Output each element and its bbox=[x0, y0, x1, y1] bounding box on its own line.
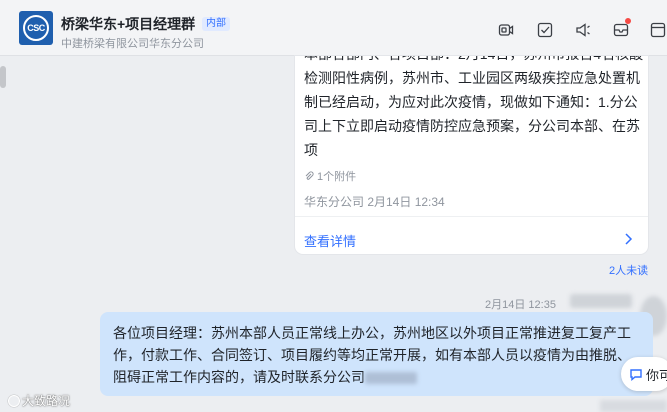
todo-check-icon[interactable] bbox=[537, 22, 553, 38]
unread-count[interactable]: 2人未读 bbox=[609, 262, 648, 278]
message-bubble[interactable]: 各位项目经理：苏州本部人员正常线上办公，苏州地区以外项目正常推进复工复产工作，付… bbox=[100, 312, 653, 396]
card-divider bbox=[295, 216, 648, 217]
group-title[interactable]: 桥梁华东+项目经理群 bbox=[61, 14, 195, 34]
chat-header: CSC 桥梁华东+项目经理群 内部 中建桥梁有限公司华东分公司 bbox=[0, 0, 667, 56]
chevron-right-icon[interactable] bbox=[623, 232, 633, 246]
tasks-icon[interactable] bbox=[613, 22, 629, 38]
video-meeting-icon[interactable] bbox=[498, 22, 514, 38]
attachment-label: 1个附件 bbox=[317, 171, 357, 183]
reply-icon bbox=[630, 369, 642, 381]
watermark: 大致路况 bbox=[8, 392, 70, 409]
group-subtitle: 中建桥梁有限公司华东分公司 bbox=[61, 38, 204, 50]
watermark-icon bbox=[8, 394, 20, 407]
scrollbar-thumb[interactable] bbox=[0, 66, 6, 88]
attachment-indicator[interactable]: 1个附件 bbox=[304, 168, 356, 184]
redacted-text bbox=[365, 372, 417, 385]
view-details-link[interactable]: 查看详情 bbox=[304, 231, 356, 250]
announcement-meta: 华东分公司 2月14日 12:34 bbox=[304, 195, 445, 209]
announcement-icon[interactable] bbox=[575, 22, 591, 38]
internal-tag: 内部 bbox=[202, 17, 230, 31]
paperclip-icon bbox=[305, 171, 314, 180]
watermark-text: 大致路况 bbox=[22, 394, 71, 408]
announcement-text: 本部各部门、各项目部：2月14日，苏州市报告4名核酸检测阳性病例，苏州市、工业园… bbox=[304, 56, 643, 158]
redacted-footer bbox=[600, 400, 667, 412]
reply-float-label: 你可 bbox=[646, 367, 667, 383]
notification-dot bbox=[625, 18, 631, 24]
cscec-logo: CSC bbox=[23, 15, 49, 41]
announcement-card[interactable]: 本部各部门、各项目部：2月14日，苏州市报告4名核酸检测阳性病例，苏州市、工业园… bbox=[295, 56, 648, 254]
message-timestamp: 2月14日 12:35 bbox=[485, 299, 556, 311]
message-text: 各位项目经理：苏州本部人员正常线上办公，苏州地区以外项目正常推进复工复产工作，付… bbox=[113, 325, 631, 385]
group-avatar[interactable]: CSC bbox=[19, 11, 53, 45]
redacted-sender bbox=[570, 294, 632, 308]
reply-float-button[interactable]: 你可 bbox=[621, 357, 667, 391]
more-icon[interactable] bbox=[650, 22, 666, 38]
